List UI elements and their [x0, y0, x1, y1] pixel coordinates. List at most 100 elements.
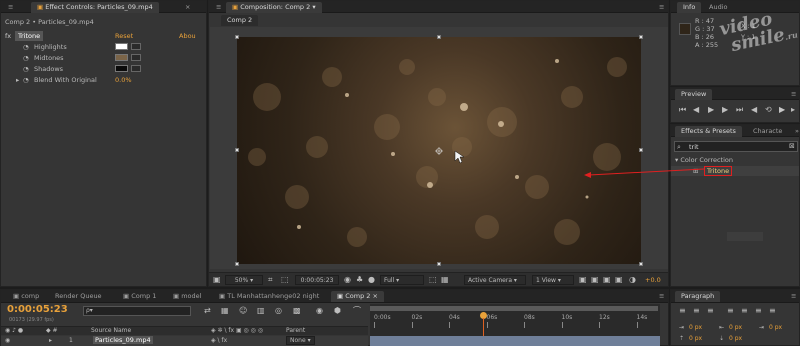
midtones-color-swatch[interactable]: [115, 54, 128, 61]
timeline-search-field[interactable]: ρ▾: [83, 306, 191, 316]
blend-value[interactable]: 0.0%: [115, 75, 132, 85]
grid-icon[interactable]: ⌗: [268, 276, 273, 284]
visibility-icon[interactable]: ◉: [5, 337, 10, 344]
layer-handle[interactable]: [235, 148, 239, 152]
tab-comp[interactable]: ▣ comp: [7, 291, 45, 302]
parent-header[interactable]: Parent: [286, 327, 305, 334]
space-after-value[interactable]: 0 px: [729, 335, 742, 342]
about-link[interactable]: Abou: [179, 31, 196, 41]
frame-blending-icon[interactable]: ▥: [257, 307, 265, 315]
always-preview-icon[interactable]: ▣: [213, 276, 221, 284]
tab-preview[interactable]: Preview: [675, 89, 713, 100]
tab-paragraph[interactable]: Paragraph: [675, 291, 721, 302]
tab-render-queue[interactable]: Render Queue: [49, 291, 108, 302]
stopwatch-icon[interactable]: ◔: [23, 75, 29, 85]
expand-layer-icon[interactable]: ▸: [49, 337, 52, 344]
brainstorm-icon[interactable]: ▩: [293, 307, 301, 315]
panel-menu-icon[interactable]: ≡: [210, 2, 227, 13]
camera-select[interactable]: Active Camera ▾: [464, 275, 526, 285]
effects-search-field[interactable]: ⌕ trit ⊠: [674, 141, 798, 152]
stopwatch-icon[interactable]: ◔: [23, 53, 29, 63]
chevron-down-icon[interactable]: ▾: [310, 3, 315, 11]
comp-timecode[interactable]: 0:00:05:23: [295, 275, 339, 285]
comp-subtab[interactable]: Comp 2: [221, 15, 259, 26]
justify-all-icon[interactable]: ≡: [769, 307, 776, 315]
layer-handle[interactable]: [437, 35, 441, 39]
exposure-value[interactable]: +0.0: [645, 276, 661, 284]
time-ruler[interactable]: 0:00s 02s 04s 06s 08s 10s 12s 14s: [370, 304, 660, 346]
shy-icon[interactable]: ☺: [239, 307, 247, 315]
expand-triangle-icon[interactable]: ▸: [16, 75, 19, 85]
panel-menu-icon[interactable]: ≡: [2, 2, 19, 13]
more-tabs-icon[interactable]: »: [789, 126, 800, 137]
tab-comp-2[interactable]: ▣ Comp 2 ×: [331, 291, 384, 302]
transparency-grid-icon[interactable]: ▦: [441, 276, 449, 284]
first-frame-icon[interactable]: ⏮: [679, 106, 686, 114]
tab-audio[interactable]: Audio: [703, 2, 733, 13]
effect-item-label[interactable]: Tritone: [704, 166, 733, 176]
reset-link[interactable]: Reset: [115, 31, 133, 41]
layer-handle[interactable]: [639, 148, 643, 152]
mute-audio-icon[interactable]: ◀: [751, 106, 757, 114]
shadows-eyedropper-icon[interactable]: [131, 65, 141, 72]
panel-menu-icon[interactable]: ≡: [653, 291, 670, 302]
draft-3d-icon[interactable]: ▦: [221, 307, 229, 315]
layer-handle[interactable]: [437, 262, 441, 266]
layer-switches[interactable]: ◈ \ fx: [211, 337, 227, 344]
layer-handle[interactable]: [235, 35, 239, 39]
highlights-color-swatch[interactable]: [115, 43, 128, 50]
close-tab-icon[interactable]: ×: [370, 292, 377, 300]
tab-effect-controls[interactable]: ▣ Effect Controls: Particles_09.mp4: [31, 2, 159, 13]
zoom-select[interactable]: 50% ▾: [225, 275, 263, 285]
region-of-interest-icon[interactable]: ⬚: [429, 276, 437, 284]
comp-viewer-image[interactable]: [237, 37, 641, 264]
stopwatch-icon[interactable]: ◔: [23, 64, 29, 74]
fast-previews-icon[interactable]: ▣: [591, 276, 599, 284]
channel-icon[interactable]: ●: [368, 276, 375, 284]
tab-comp-1[interactable]: ▣ Comp 1: [117, 291, 162, 302]
close-tab-icon[interactable]: ≡: [653, 2, 670, 13]
toggle-pixel-aspect-icon[interactable]: ▣: [579, 276, 587, 284]
graph-icon[interactable]: ⌒: [353, 307, 361, 315]
layer-handle[interactable]: [235, 262, 239, 266]
stopwatch-icon[interactable]: ◔: [23, 42, 29, 52]
space-before-value[interactable]: 0 px: [689, 335, 702, 342]
highlights-eyedropper-icon[interactable]: [131, 43, 141, 50]
comp-mini-flowchart-icon[interactable]: ⇄: [204, 307, 211, 315]
work-area-bar[interactable]: [370, 306, 658, 311]
timeline-timecode[interactable]: 0:00:05:23: [7, 304, 68, 315]
ram-preview-icon[interactable]: ▶: [779, 106, 785, 114]
reset-exposure-icon[interactable]: ◑: [629, 276, 636, 284]
resolution-select[interactable]: Full ▾: [380, 275, 424, 285]
timeline-icon[interactable]: ▣: [603, 276, 611, 284]
align-center-icon[interactable]: ≡: [693, 307, 700, 315]
layer-duration-bar[interactable]: [370, 336, 660, 346]
first-line-indent-value[interactable]: 0 px: [769, 324, 782, 331]
layer-name[interactable]: Particles_09.mp4: [93, 336, 153, 344]
indent-left-value[interactable]: 0 px: [689, 324, 702, 331]
layer-parent-select[interactable]: None ▾: [286, 336, 315, 345]
view-layout-select[interactable]: 1 View ▾: [532, 275, 574, 285]
layer-row[interactable]: ◉ ▸ 1 Particles_09.mp4 ◈ \ fx None ▾: [1, 336, 368, 346]
tab-effects-presets[interactable]: Effects & Presets: [675, 126, 742, 137]
last-frame-icon[interactable]: ⏭: [736, 106, 743, 114]
tab-info[interactable]: Info: [677, 2, 702, 13]
more-icon[interactable]: ▸: [791, 106, 795, 114]
justify-right-icon[interactable]: ≡: [755, 307, 762, 315]
graph-editor-icon[interactable]: ◉: [316, 307, 323, 315]
justify-left-icon[interactable]: ≡: [727, 307, 734, 315]
keyframe-icon[interactable]: ⬢: [334, 307, 341, 315]
tab-manhattanhenge[interactable]: ▣ TL Manhattanhenge02 night: [213, 291, 325, 302]
next-frame-icon[interactable]: ▶: [722, 106, 728, 114]
close-tab-icon[interactable]: ×: [179, 2, 196, 13]
midtones-eyedropper-icon[interactable]: [131, 54, 141, 61]
tab-model[interactable]: ▣ model: [167, 291, 207, 302]
fx-icon[interactable]: fx: [5, 31, 11, 41]
panel-menu-icon[interactable]: ≡: [785, 89, 800, 100]
align-left-icon[interactable]: ≡: [679, 307, 686, 315]
effect-name-label[interactable]: Tritone: [15, 31, 44, 41]
snapshot-icon[interactable]: ◉: [344, 276, 351, 284]
play-icon[interactable]: ▶: [708, 106, 714, 114]
source-name-header[interactable]: Source Name: [91, 327, 131, 334]
previous-frame-icon[interactable]: ◀: [693, 106, 699, 114]
